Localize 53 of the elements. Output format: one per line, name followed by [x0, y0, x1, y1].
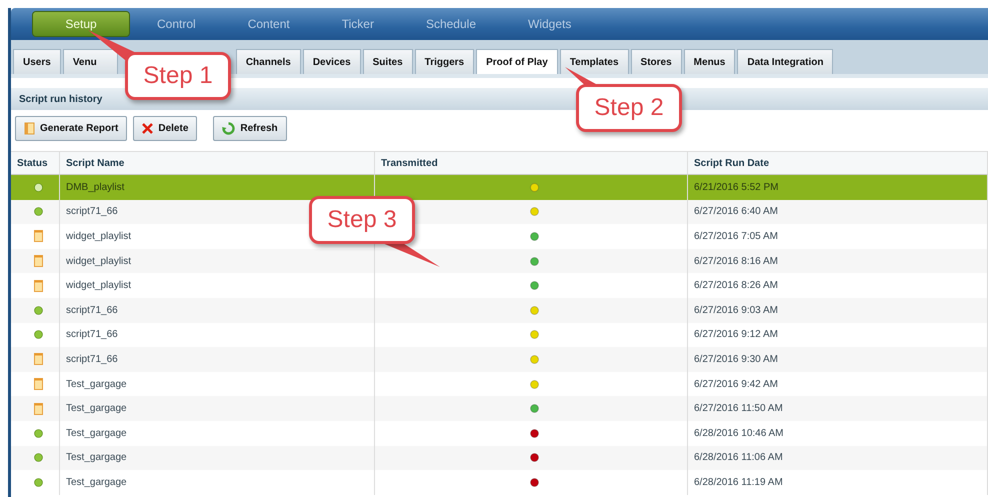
delete-icon: [142, 123, 154, 134]
table-cell: script71_66: [60, 347, 375, 372]
table-cell: Test_gargage: [60, 446, 375, 470]
table-cell: 6/27/2016 9:12 AM: [688, 322, 988, 348]
table-cell: Test_gargage: [60, 372, 375, 396]
tab[interactable]: Data Integration: [737, 49, 834, 74]
tab[interactable]: Triggers: [414, 49, 474, 74]
table-cell: 6/27/2016 9:30 AM: [688, 347, 988, 372]
table-cell: 6/21/2016 5:52 PM: [688, 175, 988, 200]
toolbar-button[interactable]: Refresh: [213, 116, 287, 141]
table-cell: 6/27/2016 6:40 AM: [688, 200, 988, 224]
document-icon: [34, 402, 42, 415]
document-icon: [34, 255, 42, 268]
table-cell: 6/27/2016 9:42 AM: [688, 372, 988, 396]
tab[interactable]: Suites: [362, 49, 413, 74]
table-cell: DMB_playlist: [60, 175, 375, 200]
status-dot-icon: [34, 478, 42, 487]
tab[interactable]: Users: [13, 49, 61, 74]
document-icon: [24, 122, 35, 135]
column-header[interactable]: Status: [11, 151, 60, 175]
document-icon: [34, 280, 42, 292]
document-icon: [34, 353, 42, 366]
status-dot-icon: [34, 207, 42, 216]
status-dot-icon: [34, 182, 42, 192]
table-cell: 6/27/2016 9:03 AM: [688, 298, 988, 323]
column-header[interactable]: Script Name: [60, 151, 375, 175]
refresh-icon: [222, 122, 236, 135]
table-cell: 6/27/2016 11:50 AM: [688, 396, 988, 421]
tab[interactable]: Templates: [560, 49, 629, 74]
tab[interactable]: Proof of Play: [476, 49, 558, 74]
document-icon: [34, 230, 42, 242]
status-dot-icon: [34, 453, 42, 462]
callout: Step 1: [125, 52, 231, 100]
table-cell: Test_gargage: [60, 396, 375, 421]
document-icon: [34, 378, 42, 390]
table-cell: 6/27/2016 8:16 AM: [688, 248, 988, 274]
table-cell: 6/28/2016 11:06 AM: [688, 446, 988, 470]
column-header[interactable]: Script Run Date: [688, 151, 988, 175]
status-dot-icon: [34, 330, 42, 340]
callout: Step 2: [576, 84, 682, 132]
tab[interactable]: Menus: [684, 49, 736, 74]
tab[interactable]: Stores: [630, 49, 682, 74]
table-cell: script71_66: [60, 298, 375, 323]
column-header[interactable]: Transmitted: [375, 151, 688, 175]
tab[interactable]: Devices: [302, 49, 361, 74]
status-dot-icon: [34, 428, 42, 438]
tab[interactable]: Venu: [62, 49, 118, 74]
table-cell: script71_66: [60, 322, 375, 348]
status-dot-icon: [34, 306, 42, 315]
table-cell: widget_playlist: [60, 248, 375, 274]
toolbar-button[interactable]: Delete: [133, 116, 198, 141]
toolbar-button[interactable]: Generate Report: [15, 116, 128, 141]
tab[interactable]: Channels: [236, 49, 301, 74]
